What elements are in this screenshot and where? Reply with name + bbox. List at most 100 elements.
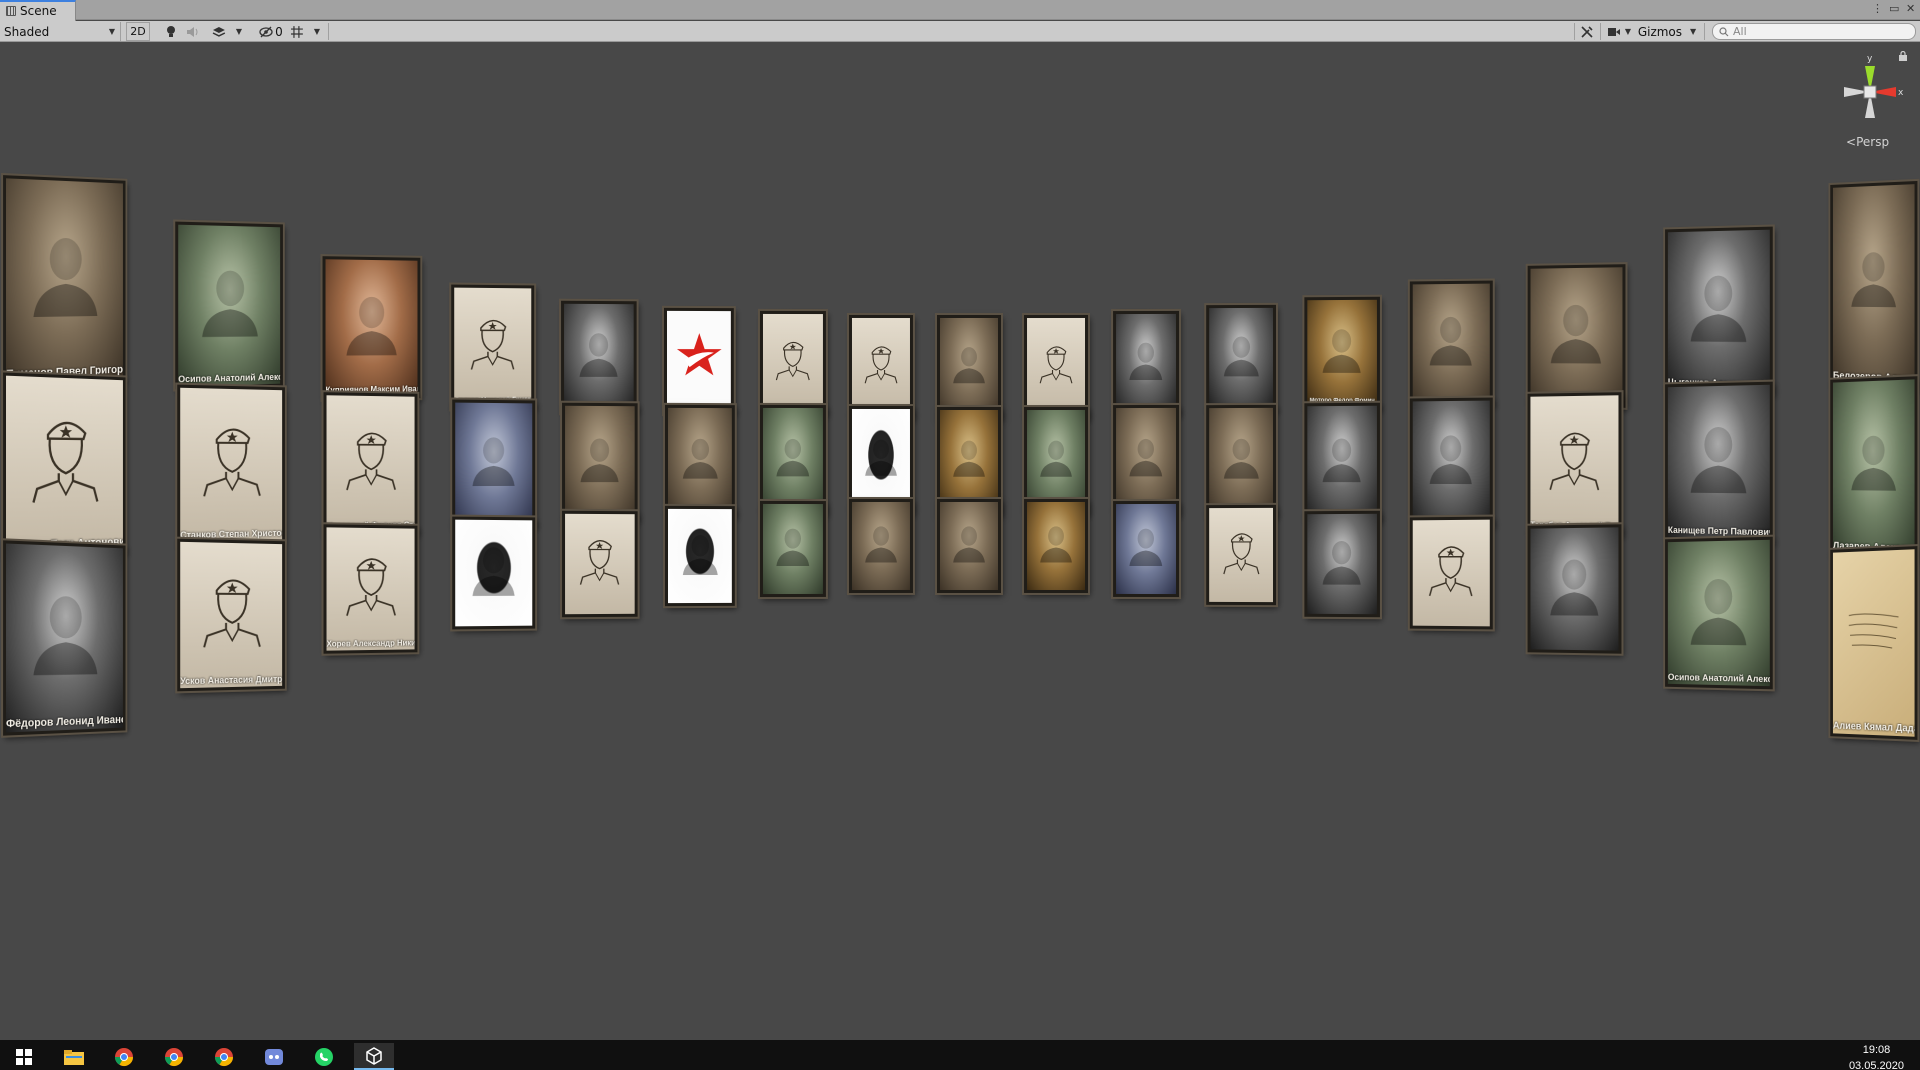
speaker-icon: [187, 26, 198, 37]
memorial-photo-frame[interactable]: Белозеров Алексей Ге: [1830, 180, 1918, 391]
memorial-photo-frame[interactable]: Станков Степан Христофорович: [177, 384, 285, 546]
gizmos-dropdown[interactable]: Gizmos ▼: [1636, 22, 1698, 41]
lighting-toggle-button[interactable]: [162, 22, 180, 41]
memorial-photo-frame[interactable]: Хорев Александр Никитич: [323, 524, 418, 654]
memorial-photo-frame[interactable]: Осипов Анатолий Александрович: [1665, 536, 1773, 690]
scene-search-input[interactable]: All: [1712, 23, 1916, 40]
memorial-photo-frame[interactable]: [1024, 314, 1089, 420]
memorial-photo-frame[interactable]: Долгов Николай Григорьевич: [451, 284, 535, 410]
memorial-photo-frame[interactable]: [1409, 516, 1493, 630]
memorial-photo-frame[interactable]: Пименов Павел Григорьевич: [3, 175, 126, 386]
frame-photo: Третьяк Петр Антонович: [6, 375, 123, 555]
gizmos-label: Gizmos: [1637, 24, 1683, 39]
taskbar-unity[interactable]: [354, 1043, 394, 1070]
shading-mode-dropdown[interactable]: Shaded ▼: [0, 22, 121, 41]
frame-photo: Осипов Анатолий Александрович: [1667, 539, 1770, 687]
frame-photo: Юткин Гурий Игорьевич: [762, 313, 823, 413]
memorial-photo-frame[interactable]: Лазарев Александр С: [1830, 376, 1918, 560]
memorial-photo-frame[interactable]: [1206, 504, 1277, 606]
memorial-photo-frame[interactable]: Моторо Федор Фомич: [1304, 296, 1380, 410]
memorial-photo-frame[interactable]: Величков Николай Иванович: [1527, 264, 1626, 408]
toolbar-divider: [1574, 23, 1575, 40]
lock-icon[interactable]: [1898, 51, 1908, 61]
camera-settings-dropdown[interactable]: ▼: [1604, 22, 1634, 41]
audio-toggle-button[interactable]: [184, 22, 202, 41]
memorial-photo-frame[interactable]: [1527, 524, 1622, 654]
memorial-photo-frame[interactable]: [664, 404, 735, 518]
portrait-person-icon: [1223, 336, 1259, 377]
frame-photo: [1412, 519, 1490, 627]
memorial-photo-frame[interactable]: [452, 399, 536, 529]
memorial-photo-frame[interactable]: Усков Анастасия Дмитриевна: [177, 538, 285, 692]
hidden-objects-toggle[interactable]: 0: [256, 22, 286, 41]
memorial-photo-frame[interactable]: [1409, 397, 1493, 527]
memorial-photo-frame[interactable]: [1304, 402, 1380, 522]
portrait-person-icon: [953, 526, 985, 563]
memorial-photo-frame[interactable]: Прохоров П: [1113, 310, 1180, 416]
memorial-photo-frame[interactable]: [937, 315, 1001, 419]
memorial-photo-frame[interactable]: [759, 404, 826, 516]
tools-button[interactable]: [1578, 22, 1596, 41]
memorial-photo-frame[interactable]: [562, 510, 638, 618]
memorial-photo-frame[interactable]: [663, 307, 734, 415]
scene-viewport[interactable]: Пименов Павел Григорьевич Осипов Анатолий…: [0, 43, 1920, 1040]
taskbar-file-explorer[interactable]: [54, 1043, 94, 1070]
close-icon[interactable]: ✕: [1906, 2, 1915, 15]
portrait-person-icon: [1429, 316, 1473, 366]
memorial-photo-frame[interactable]: Третьяк Петр Антонович: [3, 372, 126, 558]
soldier-silhouette-icon: [1039, 346, 1073, 384]
taskbar-chrome-3[interactable]: [204, 1043, 244, 1070]
memorial-photo-frame[interactable]: [848, 314, 913, 420]
memorial-photo-frame[interactable]: [848, 498, 913, 594]
frame-photo: [940, 410, 998, 512]
portrait-person-icon: [346, 296, 397, 356]
start-button[interactable]: [4, 1043, 44, 1070]
memorial-photo-frame[interactable]: [664, 505, 735, 607]
memorial-photo-frame[interactable]: Фёдоров Леонид Иванович: [3, 540, 126, 736]
memorial-photo-frame[interactable]: Юткин Гурий Игорьевич: [759, 310, 826, 416]
grid-dropdown[interactable]: ▼: [290, 22, 320, 41]
memorial-photo-frame[interactable]: [1206, 304, 1277, 412]
maximize-icon[interactable]: ▭: [1889, 2, 1899, 15]
memorial-photo-frame[interactable]: Торябов Анатолий Павлович: [1527, 392, 1622, 536]
memorial-photo-frame[interactable]: Носовский Филипп Степанович: [323, 392, 418, 536]
memorial-photo-frame[interactable]: [1024, 498, 1089, 594]
memorial-photo-frame[interactable]: Карпенков Борис Иванович: [561, 300, 637, 414]
scene-grid-icon: [6, 6, 16, 16]
memorial-photo-frame[interactable]: [1409, 280, 1493, 406]
taskbar-discord[interactable]: [254, 1043, 294, 1070]
memorial-photo-frame[interactable]: [1113, 404, 1180, 516]
clock-time: 19:08: [1862, 1044, 1891, 1056]
toolbar-divider: [1600, 23, 1601, 40]
memorial-photo-frame[interactable]: [1113, 500, 1180, 598]
tab-menu-icon[interactable]: ⋮: [1872, 2, 1883, 15]
memorial-photo-frame[interactable]: [759, 500, 826, 598]
memorial-photo-frame[interactable]: [452, 516, 536, 630]
shading-mode-label: Shaded: [4, 24, 50, 39]
memorial-photo-frame[interactable]: Осипов Анатолий Александрович: [175, 221, 283, 390]
effects-layers-icon: [212, 26, 226, 37]
toggle-2d-button[interactable]: 2D: [126, 22, 150, 41]
memorial-photo-frame[interactable]: [1206, 404, 1277, 518]
scene-tab[interactable]: Scene: [0, 0, 76, 21]
memorial-photo-frame[interactable]: [1304, 510, 1380, 618]
taskbar-chrome-1[interactable]: [104, 1043, 144, 1070]
projection-toggle[interactable]: <Persp: [1846, 135, 1889, 149]
memorial-photo-frame[interactable]: Канищев Петр Павлович: [1665, 381, 1773, 543]
taskbar-chrome-2[interactable]: [154, 1043, 194, 1070]
effects-dropdown[interactable]: ▼: [212, 22, 242, 41]
portrait-person-icon: [1429, 435, 1473, 485]
taskbar-whatsapp[interactable]: [304, 1043, 344, 1070]
chrome-icon: [215, 1047, 233, 1066]
memorial-photo-frame[interactable]: [937, 499, 1001, 593]
memorial-photo-frame[interactable]: Куприянов Максим Иванович: [322, 256, 421, 400]
memorial-photo-frame[interactable]: Алиев Кямал Дада: [1830, 546, 1918, 740]
memorial-photo-frame[interactable]: Цыганков Александр Михайлович: [1665, 226, 1773, 395]
frame-photo: [455, 519, 533, 627]
chevron-down-icon: ▼: [1624, 27, 1632, 36]
frame-photo: [565, 405, 635, 519]
memorial-photo-frame[interactable]: [562, 402, 638, 522]
system-clock[interactable]: 19:08 03.05.2020: [1849, 1042, 1904, 1070]
frame-photo: [1209, 407, 1274, 515]
memorial-photo-frame[interactable]: [848, 405, 913, 515]
